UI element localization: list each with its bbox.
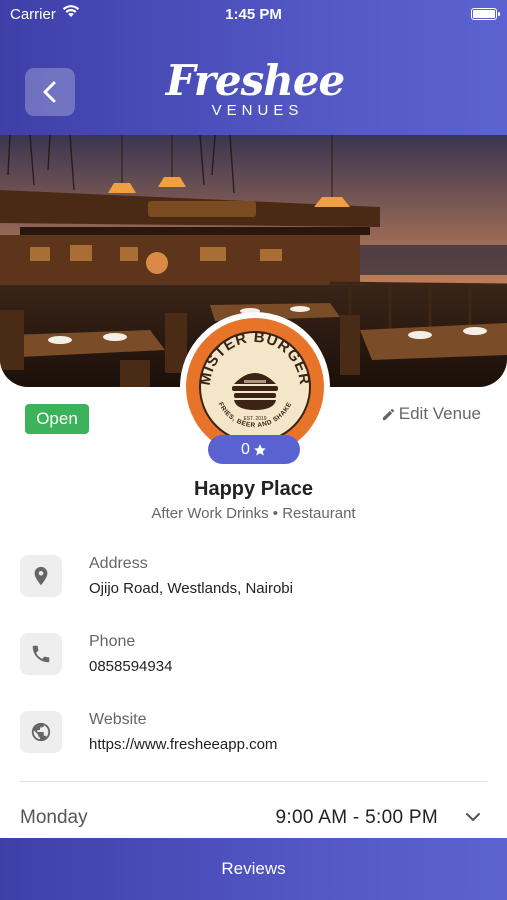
address-label: Address bbox=[89, 555, 148, 572]
pencil-icon bbox=[382, 408, 394, 420]
open-status-badge: Open bbox=[25, 404, 89, 434]
website-row[interactable]: Website https://www.fresheeapp.com bbox=[20, 711, 487, 761]
freshee-logo: Freshee VENUES bbox=[160, 56, 350, 120]
reviews-button[interactable]: Reviews bbox=[0, 838, 507, 900]
logo-brand: Freshee bbox=[165, 56, 346, 105]
edit-venue-label: Edit Venue bbox=[398, 404, 481, 423]
phone-value: 0858594934 bbox=[89, 658, 173, 675]
hours-day: Monday bbox=[20, 807, 88, 828]
globe-icon bbox=[20, 711, 62, 753]
address-row[interactable]: Address Ojijo Road, Westlands, Nairobi bbox=[20, 555, 487, 605]
logo-est: EST. 2019 bbox=[243, 416, 266, 422]
back-button[interactable] bbox=[25, 68, 75, 116]
rating-badge: 0 bbox=[208, 435, 300, 464]
app-header: Carrier 1:45 PM Freshee VENUES bbox=[0, 0, 507, 135]
status-time: 1:45 PM bbox=[225, 6, 282, 23]
star-icon bbox=[254, 443, 266, 456]
status-bar: Carrier 1:45 PM bbox=[0, 0, 507, 28]
venue-name: Happy Place bbox=[194, 478, 313, 500]
phone-row[interactable]: Phone 0858594934 bbox=[20, 633, 487, 683]
website-value: https://www.fresheeapp.com bbox=[89, 736, 278, 753]
phone-label: Phone bbox=[89, 633, 136, 650]
chevron-down-icon bbox=[466, 813, 480, 821]
rating-value: 0 bbox=[241, 440, 250, 458]
opening-hours-row[interactable]: Monday 9:00 AM - 5:00 PM bbox=[20, 805, 487, 833]
website-label: Website bbox=[89, 711, 147, 728]
divider bbox=[20, 781, 487, 782]
edit-venue-button[interactable]: Edit Venue bbox=[381, 404, 481, 424]
phone-icon bbox=[20, 633, 62, 675]
location-pin-icon bbox=[20, 555, 62, 597]
address-value: Ojijo Road, Westlands, Nairobi bbox=[89, 580, 293, 597]
battery-icon bbox=[471, 8, 500, 20]
hours-time: 9:00 AM - 5:00 PM bbox=[275, 807, 438, 828]
chevron-left-icon bbox=[43, 81, 56, 103]
venue-categories: After Work Drinks • Restaurant bbox=[151, 505, 356, 522]
